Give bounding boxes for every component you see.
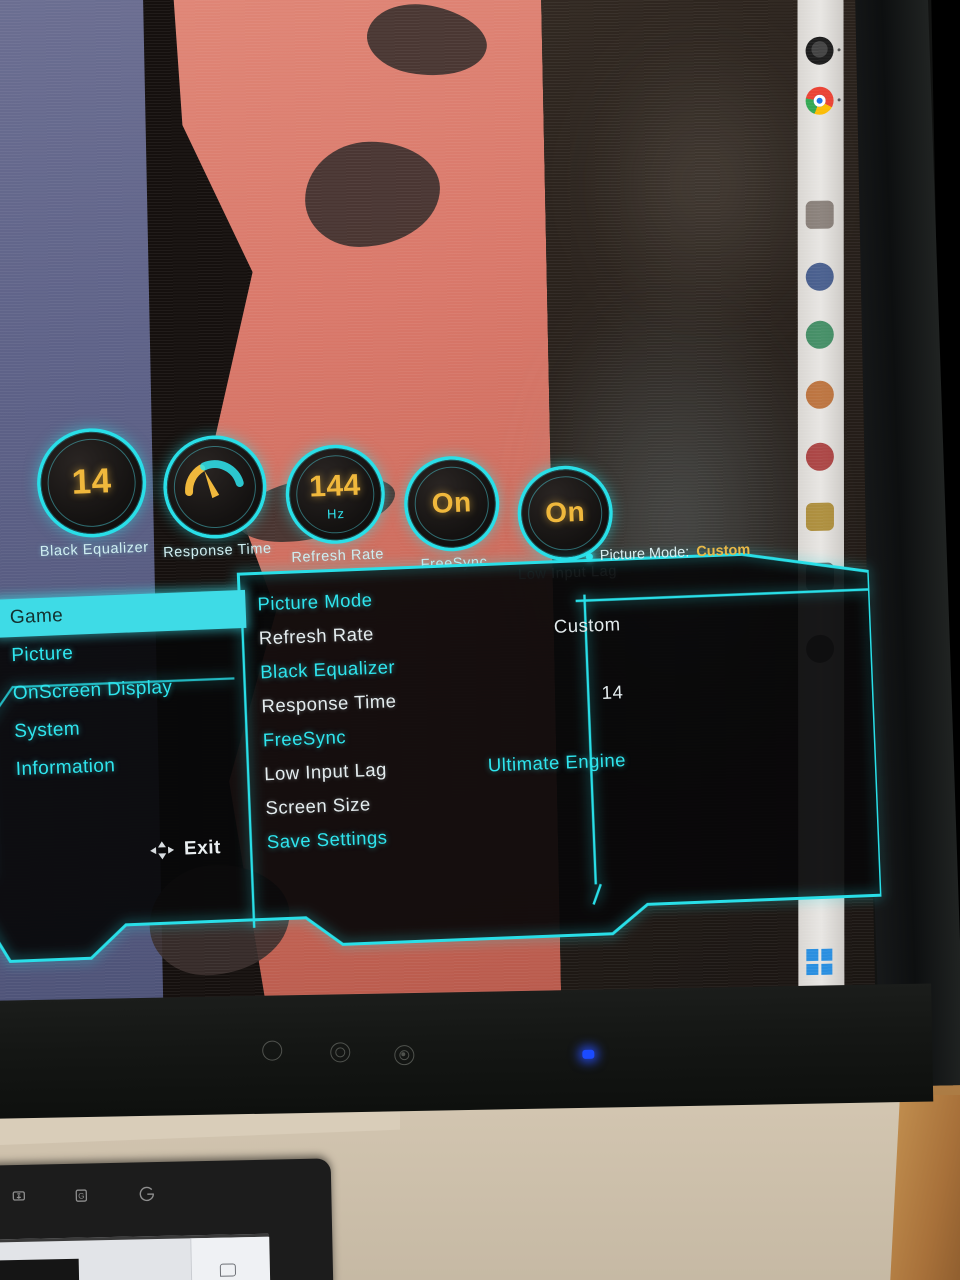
power-led [582, 1049, 595, 1059]
win-tile [820, 963, 833, 975]
dial-value: 144 [308, 468, 362, 504]
dial-value: 14 [70, 461, 113, 502]
dial-low-input-lag[interactable]: On Low Input Lag [518, 467, 617, 583]
laptop: G [0, 1158, 334, 1280]
dial-black-equalizer[interactable]: 14 Black Equalizer [38, 429, 149, 560]
laptop-screen-panel [190, 1236, 271, 1280]
dial-value: On [544, 495, 586, 529]
app-icon-x[interactable] [805, 200, 834, 230]
exit-control[interactable]: Exit [149, 837, 222, 862]
monitor: 14 Black Equalizer Response Time 144 Hz … [0, 0, 960, 1120]
dial-caption: Black Equalizer [39, 539, 150, 560]
app-icon-green[interactable] [805, 320, 834, 350]
dpad-icon [150, 841, 175, 860]
battery-icon [12, 1191, 26, 1201]
app-icon-blue[interactable] [805, 262, 834, 292]
dial-refresh-rate[interactable]: 144 Hz Refresh Rate [287, 446, 384, 566]
dial-response-time[interactable]: Response Time [163, 437, 272, 561]
wooden-furniture [890, 1095, 960, 1280]
camera-icon[interactable] [805, 36, 834, 66]
osd-panel: Game Picture OnScreen Display System Inf… [0, 542, 883, 978]
photo-scene: 14 Black Equalizer Response Time 144 Hz … [0, 0, 960, 1280]
power-icon[interactable] [137, 1184, 157, 1204]
chrome-icon[interactable] [805, 86, 834, 116]
menu-value-picture-mode: Custom [553, 613, 621, 637]
osd-sidebar: Game Picture OnScreen Display System Inf… [0, 589, 252, 790]
laptop-screen [0, 1233, 271, 1280]
osd-overlay: 14 Black Equalizer Response Time 144 Hz … [0, 391, 904, 987]
response-time-gauge-icon [185, 460, 244, 499]
dial-freesync[interactable]: On FreeSync [406, 458, 498, 573]
taskbar-dot [837, 98, 841, 102]
exit-label: Exit [183, 837, 222, 860]
dial-unit: Hz [326, 505, 346, 522]
win-tile [806, 963, 818, 976]
taskbar-dot [837, 48, 841, 52]
osd-button-1[interactable] [262, 1040, 283, 1061]
dial-value: On [431, 486, 473, 519]
g-key-icon: G [75, 1189, 88, 1202]
menu-value-screen-size [448, 811, 629, 852]
laptop-screen-dark-area [0, 1258, 80, 1280]
header-value: Custom [695, 542, 751, 561]
osd-button-3[interactable] [394, 1044, 415, 1066]
menu-value-freesync: Ultimate Engine [487, 749, 627, 776]
dial-caption: Response Time [162, 540, 272, 562]
svg-text:G: G [78, 1192, 84, 1201]
osd-value-list: Custom 14 Ultimate Engine [439, 573, 630, 852]
speaker-icon [219, 1263, 237, 1277]
status-bullet-icon [585, 552, 594, 561]
osd-button-2[interactable] [330, 1042, 351, 1063]
monitor-bottom-bezel [0, 983, 934, 1120]
